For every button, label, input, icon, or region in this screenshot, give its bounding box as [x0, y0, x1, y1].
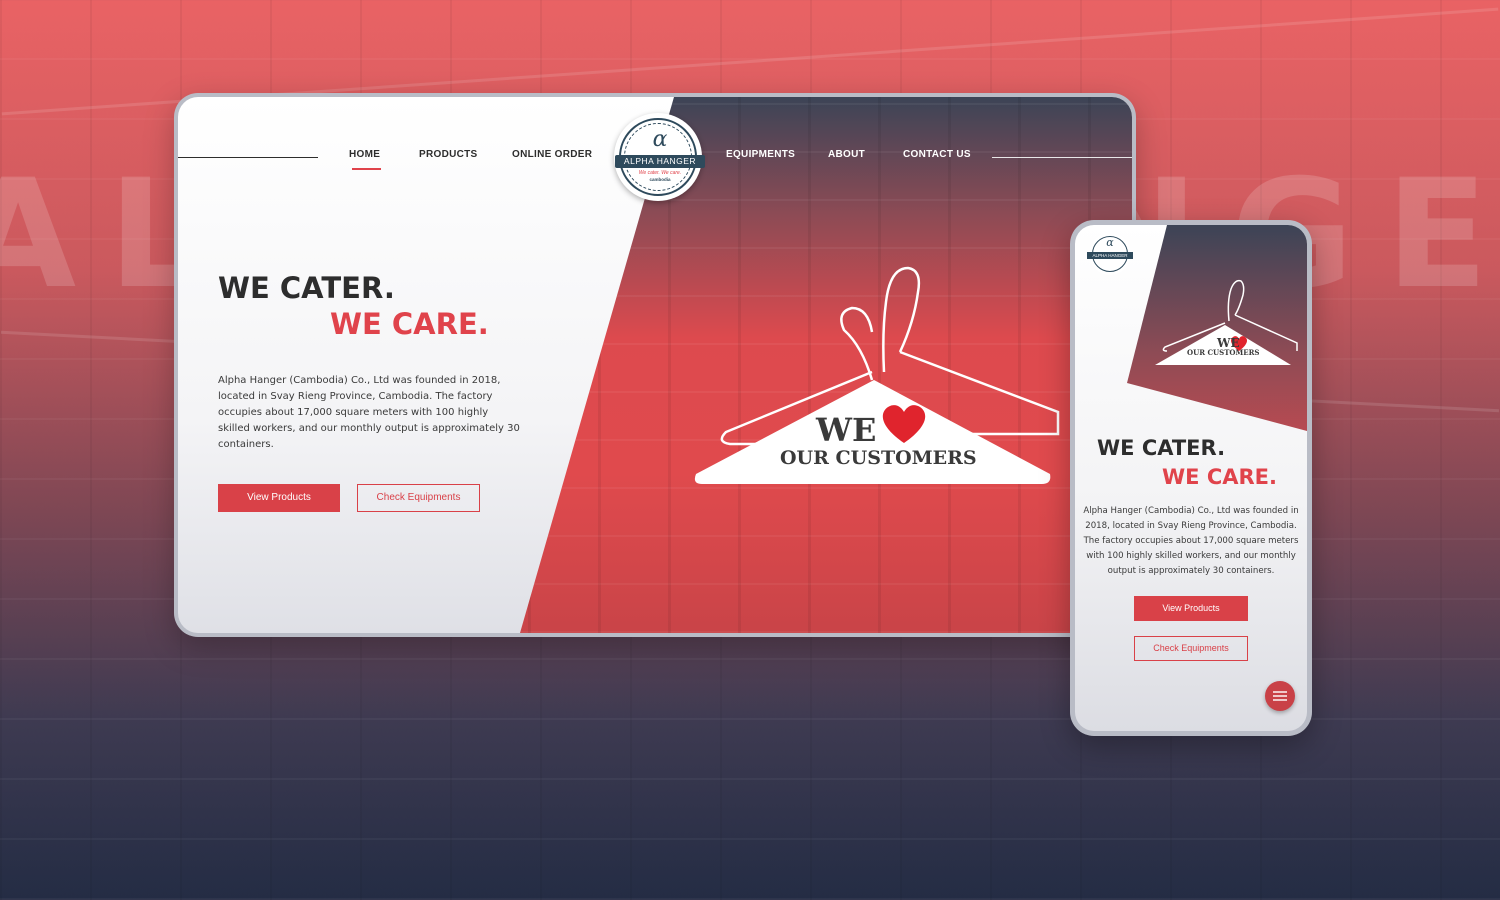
mobile-mockup: α ALPHA HANGER WE OUR CUSTOMERS WE CATER…: [1070, 220, 1312, 736]
mobile-logo-alpha: α: [1106, 236, 1114, 249]
nav-home[interactable]: HOME: [349, 149, 380, 160]
logo-tagline: We cater. We care.: [638, 170, 682, 176]
mobile-screen: α ALPHA HANGER WE OUR CUSTOMERS WE CATER…: [1075, 225, 1307, 731]
mobile-hero-heading-line2: WE CARE.: [1162, 465, 1277, 489]
logo-ring: α ALPHA HANGER We cater. We care. cambod…: [615, 118, 705, 196]
nav-online-order[interactable]: ONLINE ORDER: [512, 149, 592, 160]
hamburger-menu-icon[interactable]: [1265, 681, 1295, 711]
mobile-brand-logo[interactable]: α ALPHA HANGER: [1087, 233, 1133, 275]
mobile-check-equipments-button[interactable]: Check Equipments: [1134, 636, 1248, 661]
hanger-text-customers: OUR CUSTOMERS: [780, 447, 977, 469]
check-equipments-button[interactable]: Check Equipments: [357, 484, 480, 512]
brand-logo[interactable]: α ALPHA HANGER We cater. We care. cambod…: [614, 113, 705, 201]
hero-heading-line1: WE CATER.: [218, 271, 395, 305]
hero-heading-line2: WE CARE.: [330, 307, 489, 341]
mobile-hero-description: Alpha Hanger (Cambodia) Co., Ltd was fou…: [1083, 506, 1299, 576]
desktop-screen: HOME PRODUCTS ONLINE ORDER EQUIPMENTS AB…: [178, 97, 1132, 633]
hero-description: Alpha Hanger (Cambodia) Co., Ltd was fou…: [218, 375, 520, 450]
hanger-text-we: WE: [816, 411, 877, 449]
nav-about[interactable]: ABOUT: [828, 149, 865, 160]
mobile-logo-name: ALPHA HANGER: [1087, 252, 1133, 259]
mobile-view-products-button[interactable]: View Products: [1134, 596, 1248, 621]
logo-name: ALPHA HANGER: [615, 155, 705, 168]
logo-alpha: α: [652, 127, 668, 152]
nav-active-underline: [352, 168, 381, 170]
hanger-hook-front: [840, 306, 874, 381]
view-products-button[interactable]: View Products: [218, 484, 340, 512]
nav-equipments[interactable]: EQUIPMENTS: [726, 149, 795, 160]
mobile-hanger-text-customers: OUR CUSTOMERS: [1187, 348, 1260, 357]
nav-divider-left: [178, 157, 318, 158]
logo-sub: cambodia: [649, 177, 671, 182]
mobile-hero-heading-line1: WE CATER.: [1097, 436, 1226, 460]
nav-divider-right: [992, 157, 1132, 158]
nav-products[interactable]: PRODUCTS: [419, 149, 478, 160]
nav-contact-us[interactable]: CONTACT US: [903, 149, 971, 160]
desktop-mockup: HOME PRODUCTS ONLINE ORDER EQUIPMENTS AB…: [174, 93, 1136, 637]
